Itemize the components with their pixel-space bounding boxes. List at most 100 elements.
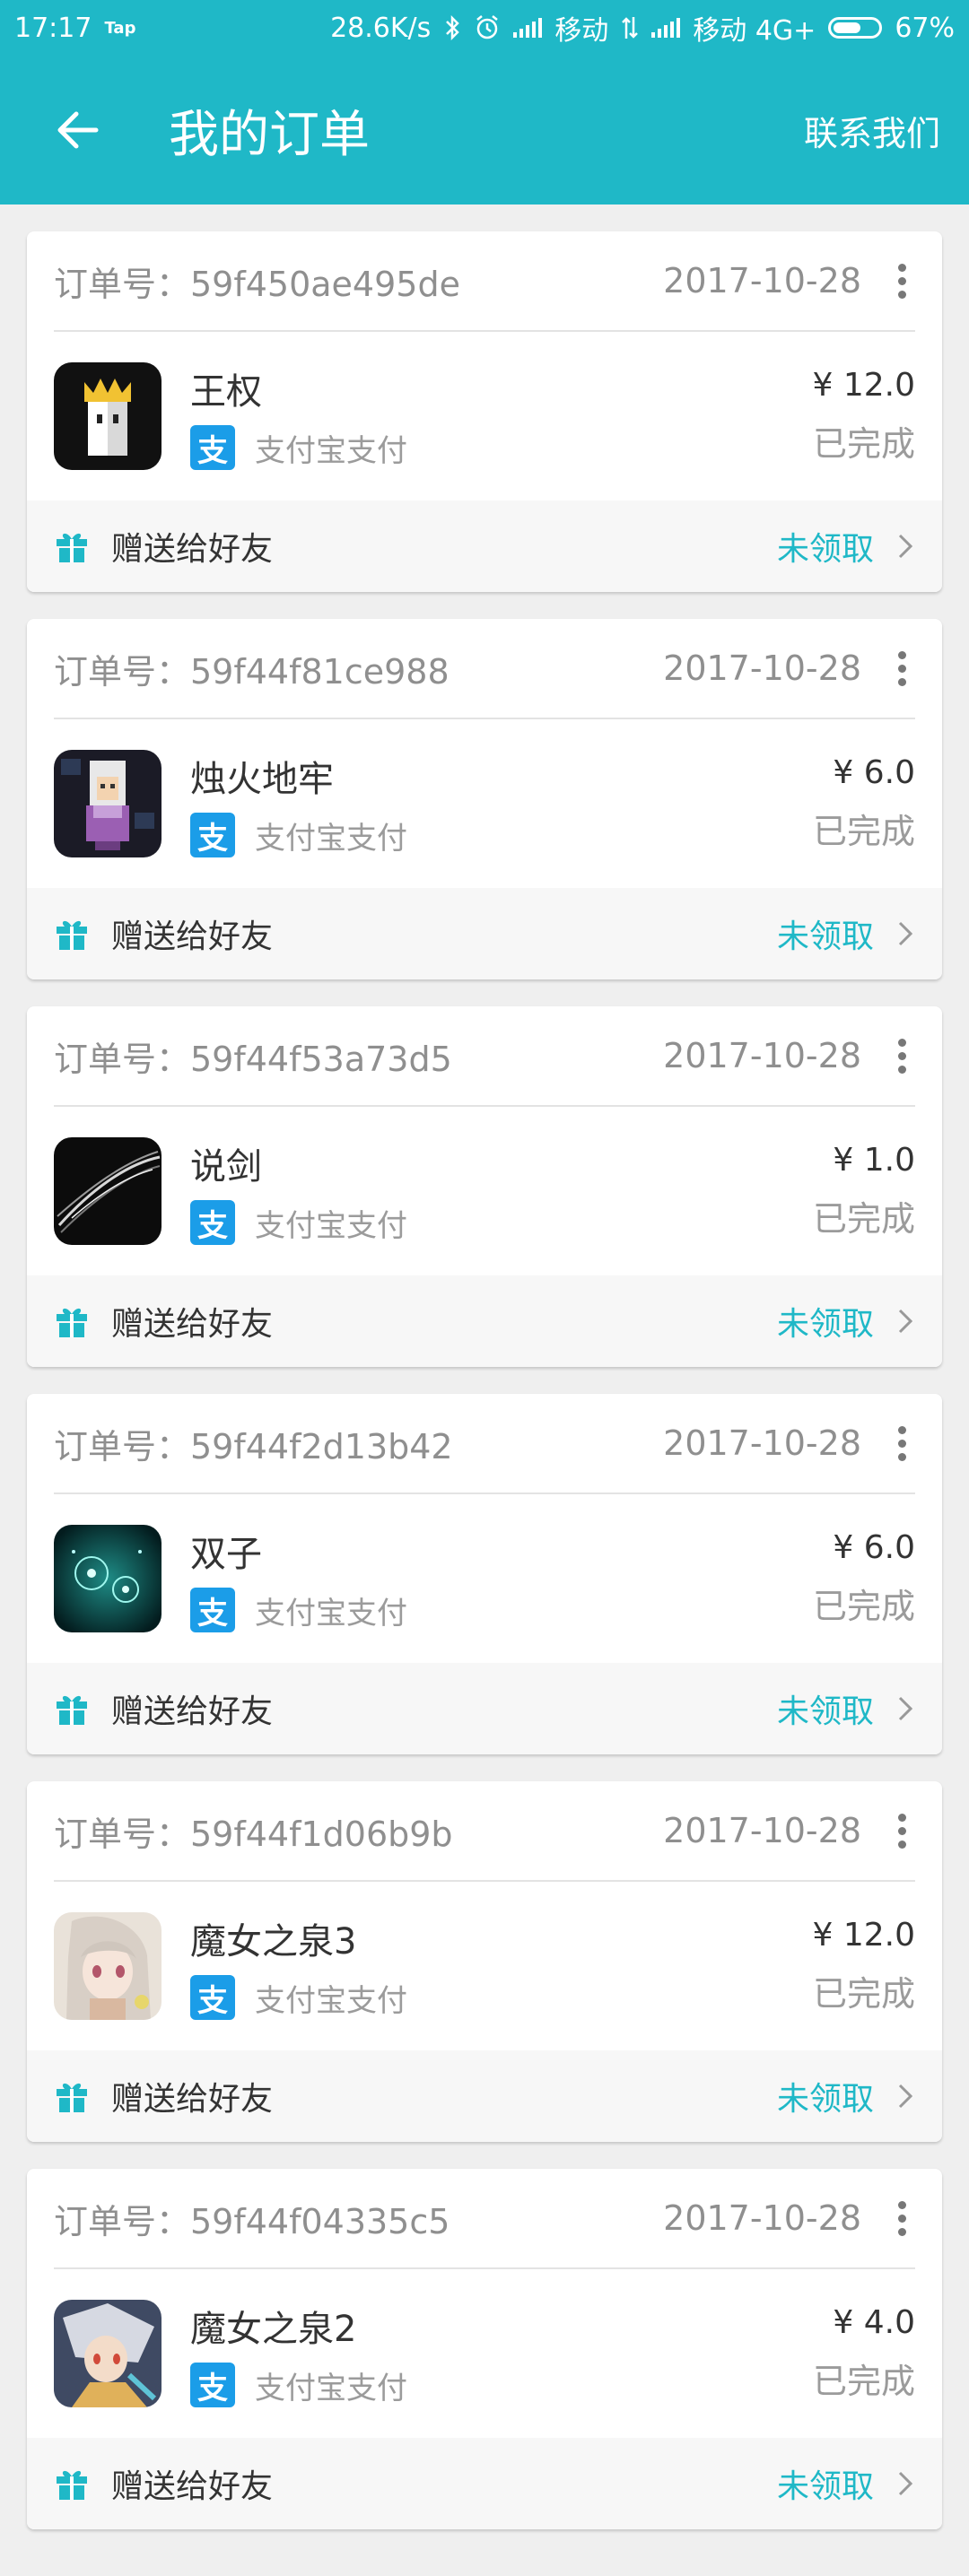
order-price: ¥ 6.0 — [833, 1529, 915, 1566]
gift-label: 赠送给好友 — [111, 918, 274, 955]
order-header: 订单号：59f44f1d06b9b 2017-10-28 — [54, 1781, 915, 1882]
order-status: 已完成 — [812, 1587, 915, 1626]
gift-to-friend-row[interactable]: 赠送给好友 未领取 — [27, 2050, 942, 2142]
order-summary: ¥ 6.0 已完成 — [813, 754, 915, 853]
more-options-icon[interactable] — [888, 650, 915, 686]
sword-icon — [54, 1137, 162, 1245]
gift-to-friend-row[interactable]: 赠送给好友 未领取 — [27, 500, 942, 592]
claim-status: 未领取 — [776, 2468, 874, 2505]
gift-icon — [57, 1695, 87, 1725]
order-item[interactable]: 说剑 支 支付宝支付 ¥ 1.0 已完成 — [54, 1107, 915, 1275]
order-item[interactable]: 魔女之泉2 支 支付宝支付 ¥ 4.0 已完成 — [54, 2269, 915, 2438]
gift-icon — [57, 920, 87, 950]
back-button[interactable] — [50, 103, 104, 157]
chevron-right-icon — [898, 2084, 913, 2109]
order-date: 2017-10-28 — [663, 1036, 861, 1075]
alarm-icon — [476, 15, 499, 39]
order-price: ¥ 12.0 — [812, 1917, 915, 1954]
order-status: 已完成 — [812, 424, 915, 464]
alipay-icon: 支 — [190, 813, 235, 857]
order-date: 2017-10-28 — [663, 1423, 861, 1463]
order-list: 订单号：59f450ae495de 2017-10-28 王权 支 支付宝支付 … — [0, 205, 969, 2529]
order-info: 魔女之泉2 支 支付宝支付 — [190, 2300, 813, 2407]
status-time: 17:17 — [14, 12, 92, 44]
order-card: 订单号：59f44f1d06b9b 2017-10-28 魔女之泉3 支 支付宝… — [27, 1781, 942, 2142]
carrier-1: 移动 — [554, 15, 609, 47]
gift-icon — [57, 533, 87, 562]
bluetooth-icon — [446, 14, 460, 41]
gift-to-friend-row[interactable]: 赠送给好友 未领取 — [27, 1275, 942, 1367]
app-bar: 我的订单 联系我们 — [0, 56, 969, 205]
order-item[interactable]: 烛火地牢 支 支付宝支付 ¥ 6.0 已完成 — [54, 719, 915, 888]
witch-spring-2-icon — [54, 2300, 162, 2407]
alipay-icon: 支 — [190, 1975, 235, 2020]
candle-dungeon-icon — [54, 750, 162, 857]
order-info: 魔女之泉3 支 支付宝支付 — [190, 1912, 812, 2020]
claim-status: 未领取 — [776, 1306, 874, 1343]
order-info: 王权 支 支付宝支付 — [190, 362, 812, 470]
more-options-icon[interactable] — [888, 263, 915, 299]
chevron-right-icon — [898, 534, 913, 559]
gift-label: 赠送给好友 — [111, 2081, 274, 2118]
gift-label: 赠送给好友 — [111, 531, 274, 568]
twins-icon — [54, 1525, 162, 1632]
payment-method: 支 支付宝支付 — [190, 2363, 813, 2407]
chevron-right-icon — [898, 2471, 913, 2496]
order-price: ¥ 6.0 — [833, 754, 915, 791]
payment-method: 支 支付宝支付 — [190, 1975, 812, 2020]
gift-to-friend-row[interactable]: 赠送给好友 未领取 — [27, 1663, 942, 1754]
order-summary: ¥ 4.0 已完成 — [813, 2304, 915, 2403]
order-number: 订单号：59f44f04335c5 — [54, 2201, 450, 2241]
order-item[interactable]: 双子 支 支付宝支付 ¥ 6.0 已完成 — [54, 1494, 915, 1663]
gift-label: 赠送给好友 — [111, 1306, 274, 1343]
order-card: 订单号：59f450ae495de 2017-10-28 王权 支 支付宝支付 … — [27, 231, 942, 592]
chevron-right-icon — [898, 1309, 913, 1334]
battery-icon — [828, 17, 883, 39]
order-header: 订单号：59f44f81ce988 2017-10-28 — [54, 619, 915, 719]
gift-to-friend-row[interactable]: 赠送给好友 未领取 — [27, 2438, 942, 2529]
back-arrow-icon — [57, 111, 99, 149]
claim-status: 未领取 — [776, 2081, 874, 2118]
status-right: 28.6K/s 移动 移动 4G+ 67% — [330, 8, 955, 48]
order-date: 2017-10-28 — [663, 261, 861, 300]
game-name: 魔女之泉3 — [190, 1921, 357, 1962]
signal-icon — [513, 18, 543, 38]
payment-method: 支 支付宝支付 — [190, 813, 813, 857]
alipay-icon: 支 — [190, 2363, 235, 2407]
carrier-2: 移动 4G+ — [693, 15, 816, 47]
more-options-icon[interactable] — [888, 1813, 915, 1849]
order-summary: ¥ 12.0 已完成 — [812, 367, 915, 466]
status-bar: 17:17 Tap 28.6K/s 移动 移动 4G+ 67% — [0, 0, 969, 56]
more-options-icon[interactable] — [888, 1038, 915, 1074]
chevron-right-icon — [898, 1696, 913, 1721]
payment-label: 支付宝支付 — [255, 1595, 407, 1632]
payment-label: 支付宝支付 — [255, 820, 407, 857]
contact-us-button[interactable]: 联系我们 — [804, 106, 940, 155]
order-info: 说剑 支 支付宝支付 — [190, 1137, 813, 1245]
order-summary: ¥ 6.0 已完成 — [813, 1529, 915, 1628]
order-number: 订单号：59f44f2d13b42 — [54, 1426, 453, 1466]
order-date: 2017-10-28 — [663, 648, 861, 688]
order-summary: ¥ 1.0 已完成 — [813, 1142, 915, 1240]
more-options-icon[interactable] — [888, 1425, 915, 1461]
gift-icon — [57, 2083, 87, 2112]
order-price: ¥ 1.0 — [833, 1142, 915, 1179]
order-item[interactable]: 王权 支 支付宝支付 ¥ 12.0 已完成 — [54, 332, 915, 500]
order-number: 订单号：59f44f53a73d5 — [54, 1039, 452, 1079]
claim-status: 未领取 — [776, 1693, 874, 1730]
alipay-icon: 支 — [190, 425, 235, 470]
more-options-icon[interactable] — [888, 2200, 915, 2236]
alipay-icon: 支 — [190, 1200, 235, 1245]
gift-to-friend-row[interactable]: 赠送给好友 未领取 — [27, 888, 942, 979]
order-card: 订单号：59f44f2d13b42 2017-10-28 双子 支 支付宝支付 … — [27, 1394, 942, 1754]
order-number: 订单号：59f44f81ce988 — [54, 651, 450, 692]
gift-label: 赠送给好友 — [111, 1693, 274, 1730]
order-item[interactable]: 魔女之泉3 支 支付宝支付 ¥ 12.0 已完成 — [54, 1882, 915, 2050]
tap-indicator: Tap — [104, 18, 136, 38]
order-card: 订单号：59f44f81ce988 2017-10-28 烛火地牢 支 支付宝支… — [27, 619, 942, 979]
payment-method: 支 支付宝支付 — [190, 425, 812, 470]
gift-icon — [57, 2470, 87, 2500]
order-status: 已完成 — [812, 1199, 915, 1239]
order-header: 订单号：59f44f04335c5 2017-10-28 — [54, 2169, 915, 2269]
reigns-icon — [54, 362, 162, 470]
